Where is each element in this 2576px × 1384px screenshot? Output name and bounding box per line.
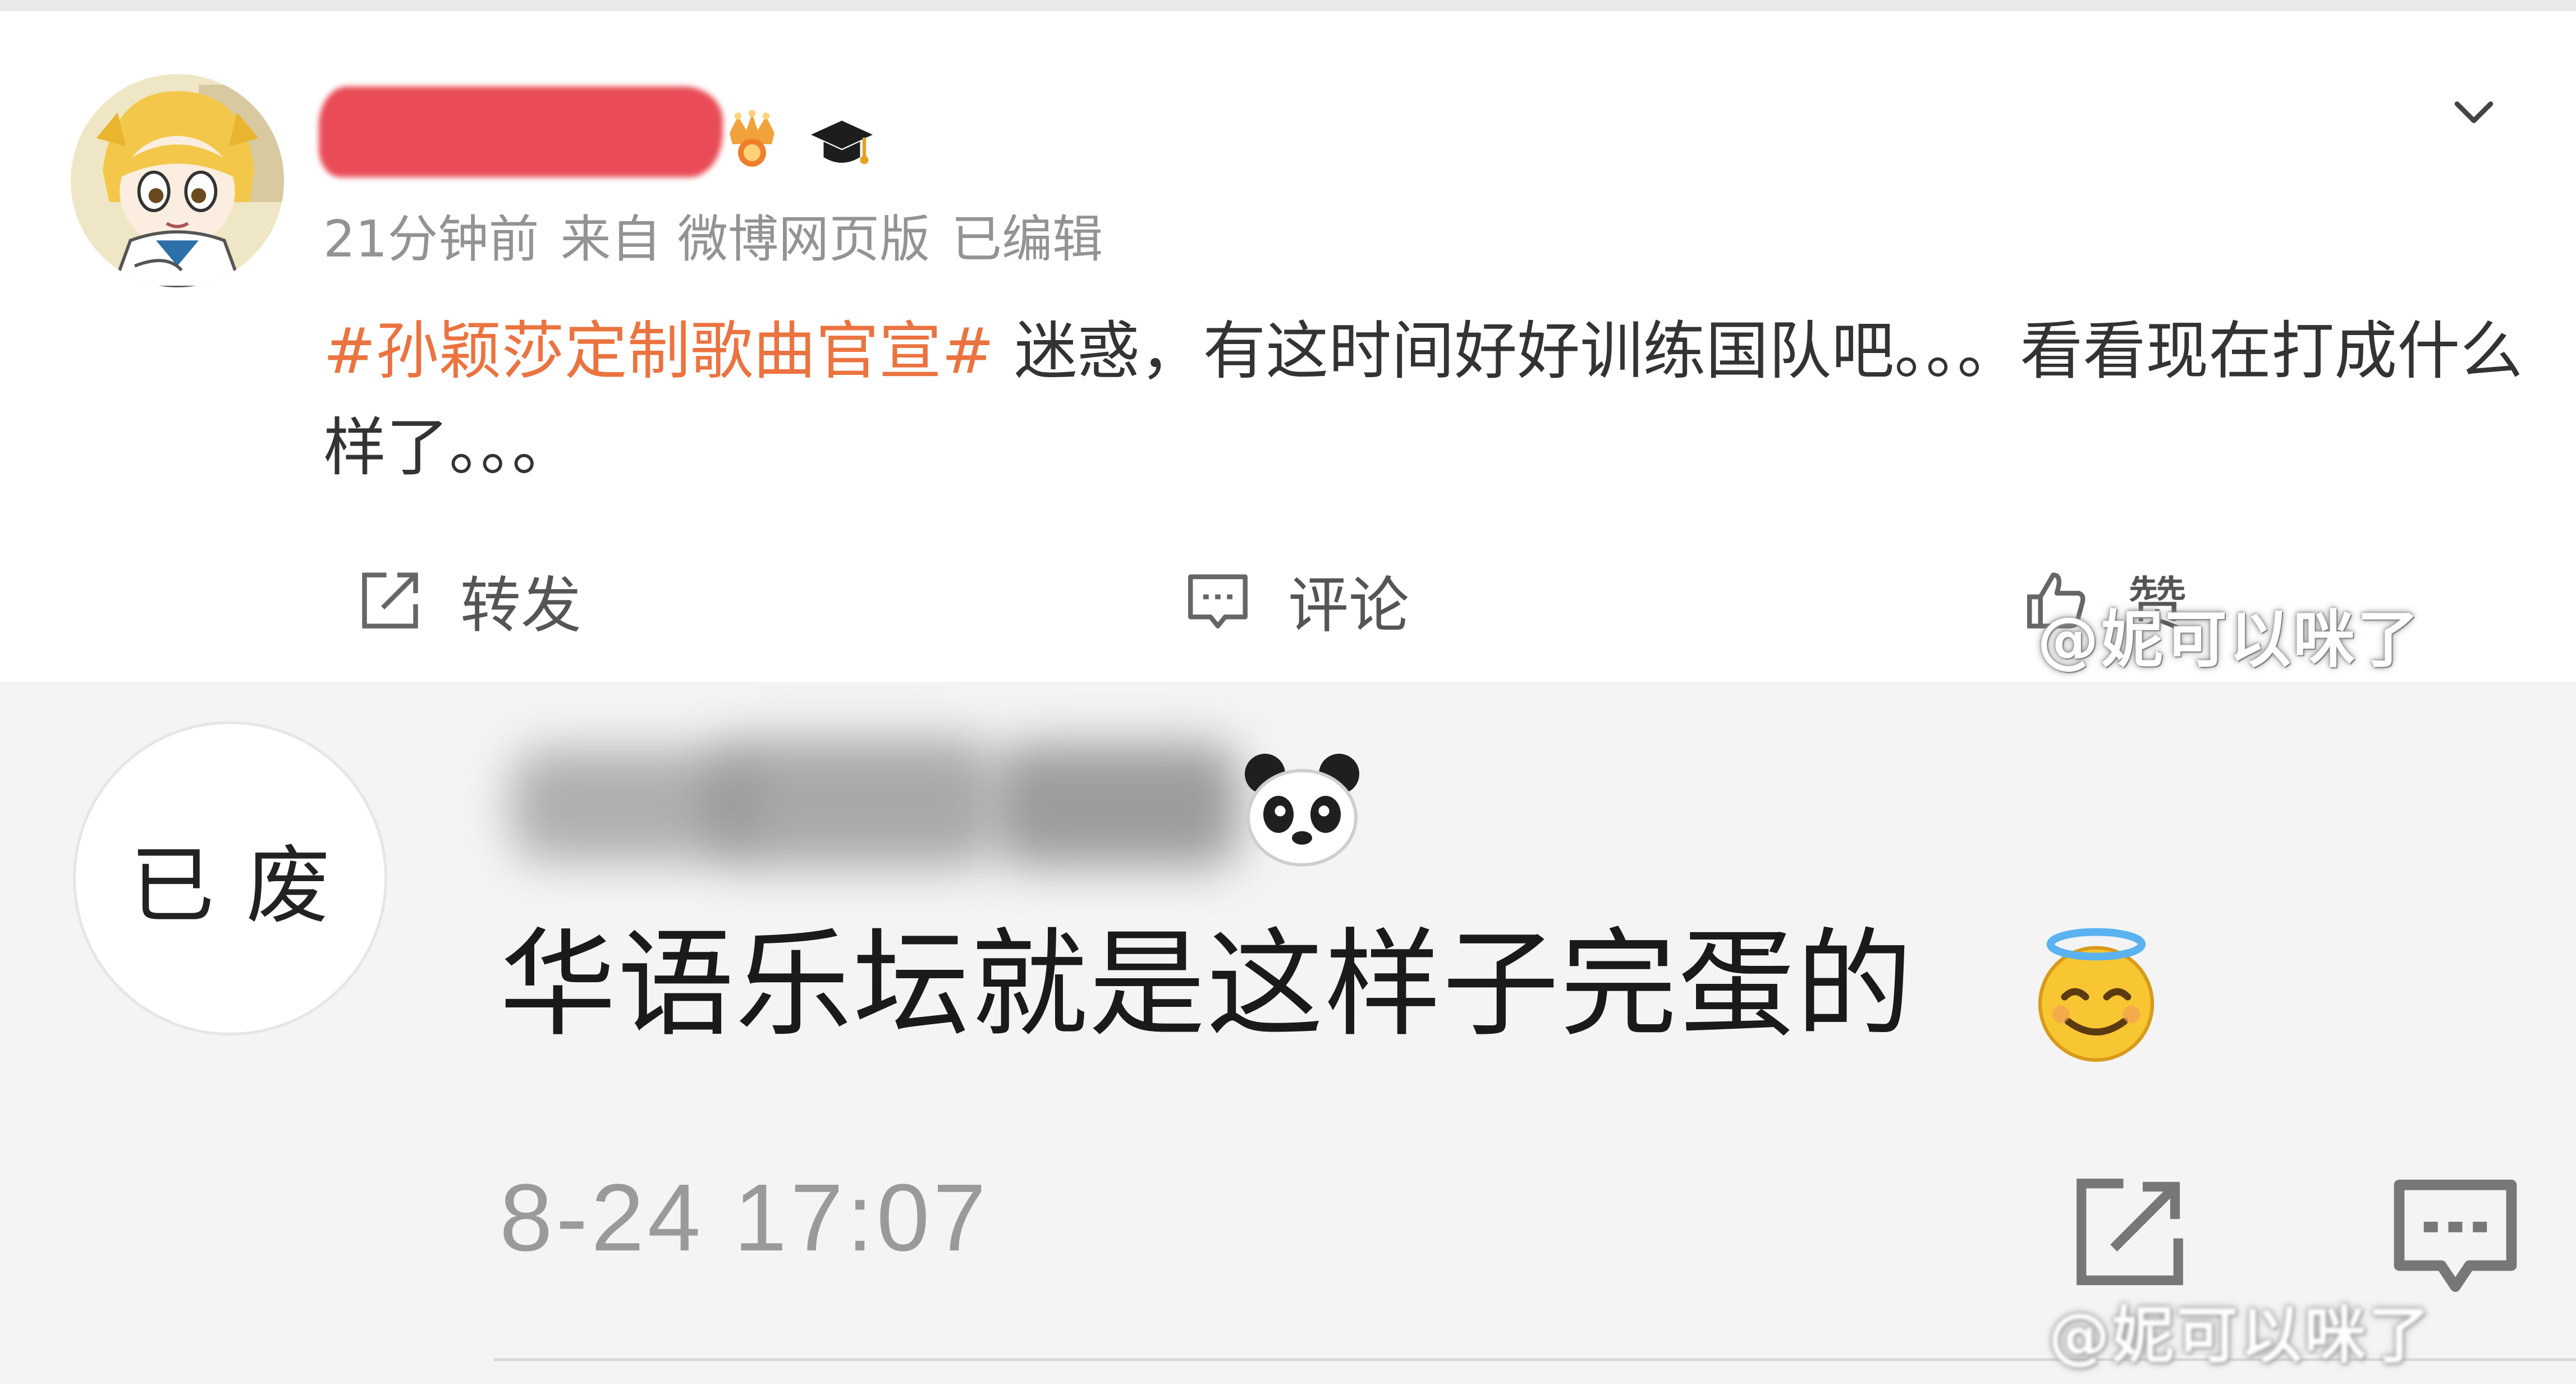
commenter-avatar-text: 已废 <box>130 837 361 935</box>
share-icon[interactable] <box>2065 1167 2194 1296</box>
graduation-cap-icon <box>811 121 873 164</box>
post-source[interactable]: 来自 微博网页版 <box>561 210 931 269</box>
halo-smile-emoji-icon <box>2038 928 2155 1062</box>
panda-emoji-icon <box>1245 754 1359 867</box>
comment-label: 评论 <box>1288 571 1410 641</box>
comment-icon <box>1188 574 1248 629</box>
anime-avatar-icon <box>71 74 284 287</box>
comment-date: 8-24 17:07 <box>499 1165 989 1271</box>
commenter-avatar[interactable]: 已废 <box>73 721 387 1035</box>
comment-text: 华语乐坛就是这样子完蛋的 <box>499 917 1914 1053</box>
comment-screenshot: 已废 华语乐坛就是这样子完蛋的 8-24 17:07 <box>0 682 2576 1384</box>
username-redacted <box>319 86 723 177</box>
crown-badge-icon <box>730 109 774 167</box>
post-hashtag[interactable]: #孙颖莎定制歌曲官宣# <box>323 315 994 388</box>
post-meta: 21分钟前 来自 微博网页版 已编辑 <box>323 209 1124 271</box>
watermark-top: @妮可以咪了 <box>2037 604 2421 676</box>
weibo-post-card: 21分钟前 来自 微博网页版 已编辑 #孙颖莎定制歌曲官宣# 迷惑，有这时间好好训练… <box>0 11 2576 682</box>
top-strip <box>0 0 2576 11</box>
comment-button[interactable]: 评论 <box>1181 550 1409 651</box>
commenter-name-redacted <box>499 716 1308 901</box>
post-edited-flag[interactable]: 已编辑 <box>951 210 1103 269</box>
watermark-bottom: @妮可以咪了 <box>2048 1300 2432 1372</box>
repost-label: 转发 <box>460 571 582 641</box>
repost-button[interactable]: 转发 <box>354 550 581 651</box>
chevron-down-icon[interactable] <box>2446 84 2502 140</box>
post-body: #孙颖莎定制歌曲官宣# 迷惑，有这时间好好训练国队吧。。。看看现在打成什么样了。… <box>323 303 2523 496</box>
repost-icon <box>362 572 418 629</box>
user-avatar[interactable] <box>71 74 284 287</box>
post-timestamp: 21分钟前 <box>323 210 539 269</box>
